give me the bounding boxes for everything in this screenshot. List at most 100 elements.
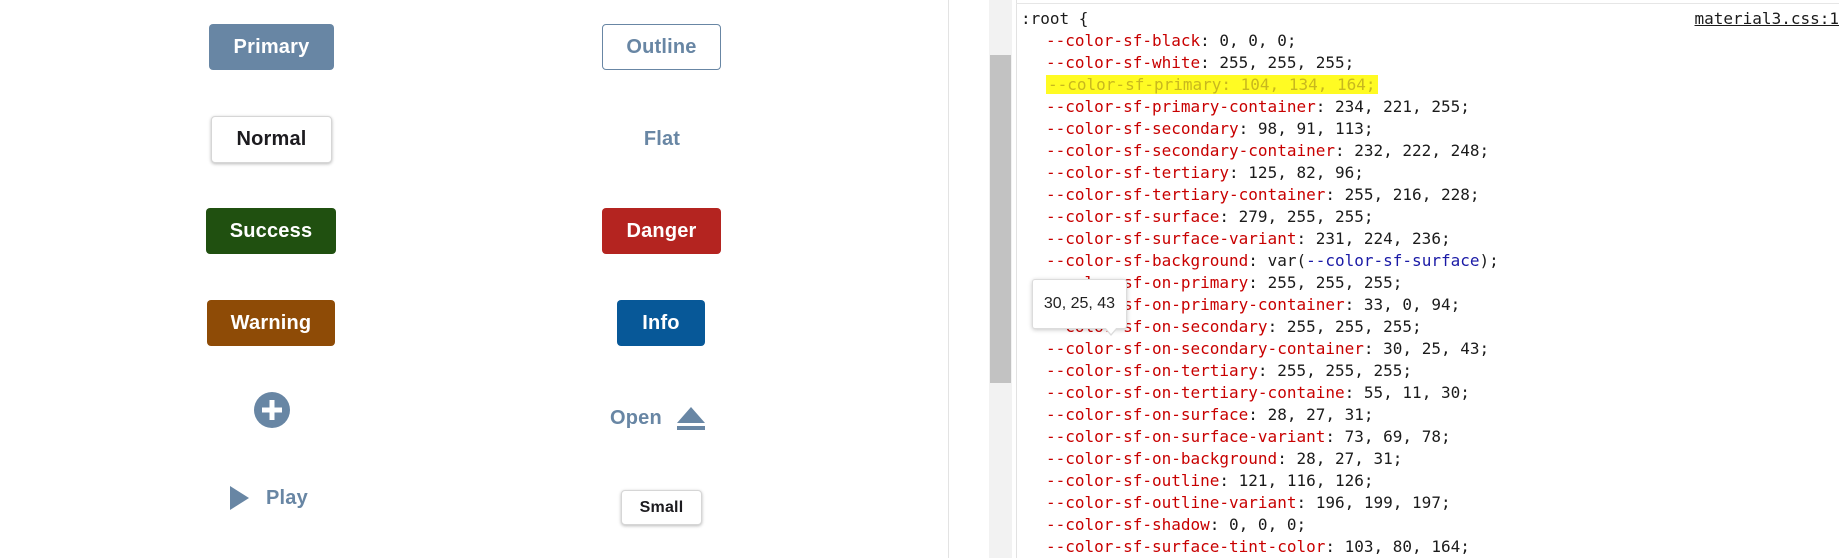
css-property-name: --color-sf-background [1046, 251, 1249, 270]
css-declaration[interactable]: --color-sf-on-tertiary: 255, 255, 255; [1046, 360, 1412, 382]
css-value[interactable]: 28, 27, 31; [1296, 449, 1402, 468]
danger-button[interactable]: Danger [602, 208, 721, 254]
css-property-name: --color-sf-secondary-container [1046, 141, 1335, 160]
css-value[interactable]: 30, 25, 43; [1383, 339, 1489, 358]
success-button[interactable]: Success [206, 208, 336, 254]
play-icon [230, 486, 249, 510]
css-value[interactable]: 73, 69, 78; [1345, 427, 1451, 446]
play-label: Play [266, 486, 308, 509]
css-property-name: --color-sf-outline [1046, 471, 1220, 490]
css-separator: : [1200, 53, 1220, 72]
css-separator: : [1248, 273, 1268, 292]
css-selector: :root { [1021, 9, 1089, 28]
css-value[interactable]: 98, 91, 113; [1258, 119, 1374, 138]
primary-button[interactable]: Primary [209, 24, 334, 70]
css-separator: : [1344, 383, 1364, 402]
css-value[interactable]: 279, 255, 255; [1239, 207, 1374, 226]
css-separator: : [1238, 119, 1258, 138]
source-file-link[interactable]: material3.css:1 [1695, 8, 1839, 30]
css-value[interactable]: 255, 255, 255; [1277, 361, 1412, 380]
css-separator: : [1334, 141, 1355, 160]
css-separator: : [1209, 515, 1230, 534]
code-pane-top-border [1016, 3, 1839, 4]
css-declaration[interactable]: --color-sf-surface-variant: 231, 224, 23… [1046, 228, 1451, 250]
css-value[interactable]: 255, 255, 255; [1268, 273, 1403, 292]
css-separator: : [1325, 537, 1345, 556]
css-value[interactable]: 104, 134, 164; [1241, 75, 1376, 94]
css-declaration[interactable]: --color-sf-tertiary-container: 255, 216,… [1046, 184, 1479, 206]
add-fab-button[interactable] [252, 390, 292, 430]
flat-button[interactable]: Flat [622, 116, 702, 163]
css-declaration[interactable]: --color-sf-background: var(--color-sf-su… [1046, 250, 1499, 272]
tooltip-arrow-inner [1105, 327, 1117, 334]
css-value[interactable]: 255, 255, 255; [1287, 317, 1422, 336]
value-tooltip: 30, 25, 43 [1032, 279, 1127, 329]
css-value[interactable]: 255, 255, 255; [1219, 53, 1354, 72]
css-separator: : [1221, 75, 1241, 94]
css-property-name: --color-sf-on-tertiary-containe [1046, 383, 1345, 402]
css-property-name: --color-sf-primary-container [1046, 97, 1316, 116]
code-pane-border [1016, 0, 1017, 558]
outline-button[interactable]: Outline [602, 24, 721, 70]
open-button[interactable]: Open [610, 400, 714, 436]
play-button[interactable]: Play [228, 478, 328, 518]
css-separator: : [1229, 163, 1249, 182]
css-declaration[interactable]: --color-sf-black: 0, 0, 0; [1046, 30, 1296, 52]
css-separator: : [1219, 207, 1239, 226]
css-separator: : [1296, 229, 1316, 248]
css-value[interactable]: 103, 80, 164; [1345, 537, 1470, 556]
css-value[interactable]: 255, 216, 228; [1345, 185, 1480, 204]
css-value: var( [1267, 251, 1307, 270]
scrollbar-thumb[interactable] [990, 55, 1011, 383]
css-variable-reference[interactable]: --color-sf-surface [1306, 251, 1479, 270]
css-value[interactable]: 33, 0, 94; [1364, 295, 1460, 314]
css-property-name: --color-sf-black [1046, 31, 1201, 50]
css-declaration[interactable]: --color-sf-on-surface: 28, 27, 31; [1046, 404, 1374, 426]
css-declaration[interactable]: --color-sf-on-tertiary-containe: 55, 11,… [1046, 382, 1470, 404]
info-button[interactable]: Info [617, 300, 705, 346]
css-value[interactable]: 125, 82, 96; [1248, 163, 1364, 182]
css-declaration[interactable]: --color-sf-outline-variant: 196, 199, 19… [1046, 492, 1451, 514]
pane-divider [948, 0, 949, 558]
css-property-name: --color-sf-tertiary-container [1046, 185, 1326, 204]
search-highlight: --color-sf-primary: 104, 134, 164; [1046, 75, 1378, 94]
css-separator: : [1267, 317, 1287, 336]
css-value: ); [1479, 251, 1499, 270]
css-property-name: --color-sf-surface [1046, 207, 1220, 226]
css-declaration[interactable]: --color-sf-tertiary: 125, 82, 96; [1046, 162, 1364, 184]
css-value[interactable]: 55, 11, 30; [1364, 383, 1470, 402]
normal-button[interactable]: Normal [211, 116, 332, 163]
small-button[interactable]: Small [621, 490, 702, 525]
css-property-name: --color-sf-outline-variant [1046, 493, 1297, 512]
css-declaration[interactable]: --color-sf-white: 255, 255, 255; [1046, 52, 1354, 74]
css-property-name: --color-sf-on-surface [1046, 405, 1249, 424]
css-declaration[interactable]: --color-sf-secondary-container: 232, 222… [1046, 140, 1489, 162]
warning-button[interactable]: Warning [207, 300, 335, 346]
open-label: Open [610, 406, 662, 429]
css-separator: : [1315, 97, 1335, 116]
css-property-name: --color-sf-on-background [1046, 449, 1278, 468]
css-value[interactable]: 121, 116, 126; [1239, 471, 1374, 490]
css-declaration[interactable]: --color-sf-surface: 279, 255, 255; [1046, 206, 1374, 228]
css-value[interactable]: 234, 221, 255; [1335, 97, 1470, 116]
css-rule-code: :root { material3.css:1 --color-sf-black… [1020, 8, 1839, 558]
css-property-name: --color-sf-on-secondary-container [1046, 339, 1364, 358]
css-separator: : [1325, 427, 1345, 446]
css-value[interactable]: 232, 222, 248; [1354, 141, 1489, 160]
css-declaration[interactable]: --color-sf-shadow: 0, 0, 0; [1046, 514, 1306, 536]
css-declaration[interactable]: --color-sf-surface-tint-color: 103, 80, … [1046, 536, 1470, 558]
css-declaration[interactable]: --color-sf-primary: 104, 134, 164; [1046, 74, 1378, 96]
css-value[interactable]: 0, 0, 0; [1229, 515, 1306, 534]
css-declaration[interactable]: --color-sf-on-secondary-container: 30, 2… [1046, 338, 1489, 360]
css-separator: : [1277, 449, 1297, 468]
css-declaration[interactable]: --color-sf-primary-container: 234, 221, … [1046, 96, 1470, 118]
css-value[interactable]: 196, 199, 197; [1316, 493, 1451, 512]
css-declaration[interactable]: --color-sf-on-background: 28, 27, 31; [1046, 448, 1402, 470]
css-separator: : [1363, 339, 1384, 358]
css-value[interactable]: 231, 224, 236; [1316, 229, 1451, 248]
css-declaration[interactable]: --color-sf-outline: 121, 116, 126; [1046, 470, 1374, 492]
css-value[interactable]: 0, 0, 0; [1219, 31, 1296, 50]
css-value[interactable]: 28, 27, 31; [1268, 405, 1374, 424]
css-declaration[interactable]: --color-sf-on-surface-variant: 73, 69, 7… [1046, 426, 1451, 448]
css-declaration[interactable]: --color-sf-secondary: 98, 91, 113; [1046, 118, 1374, 140]
